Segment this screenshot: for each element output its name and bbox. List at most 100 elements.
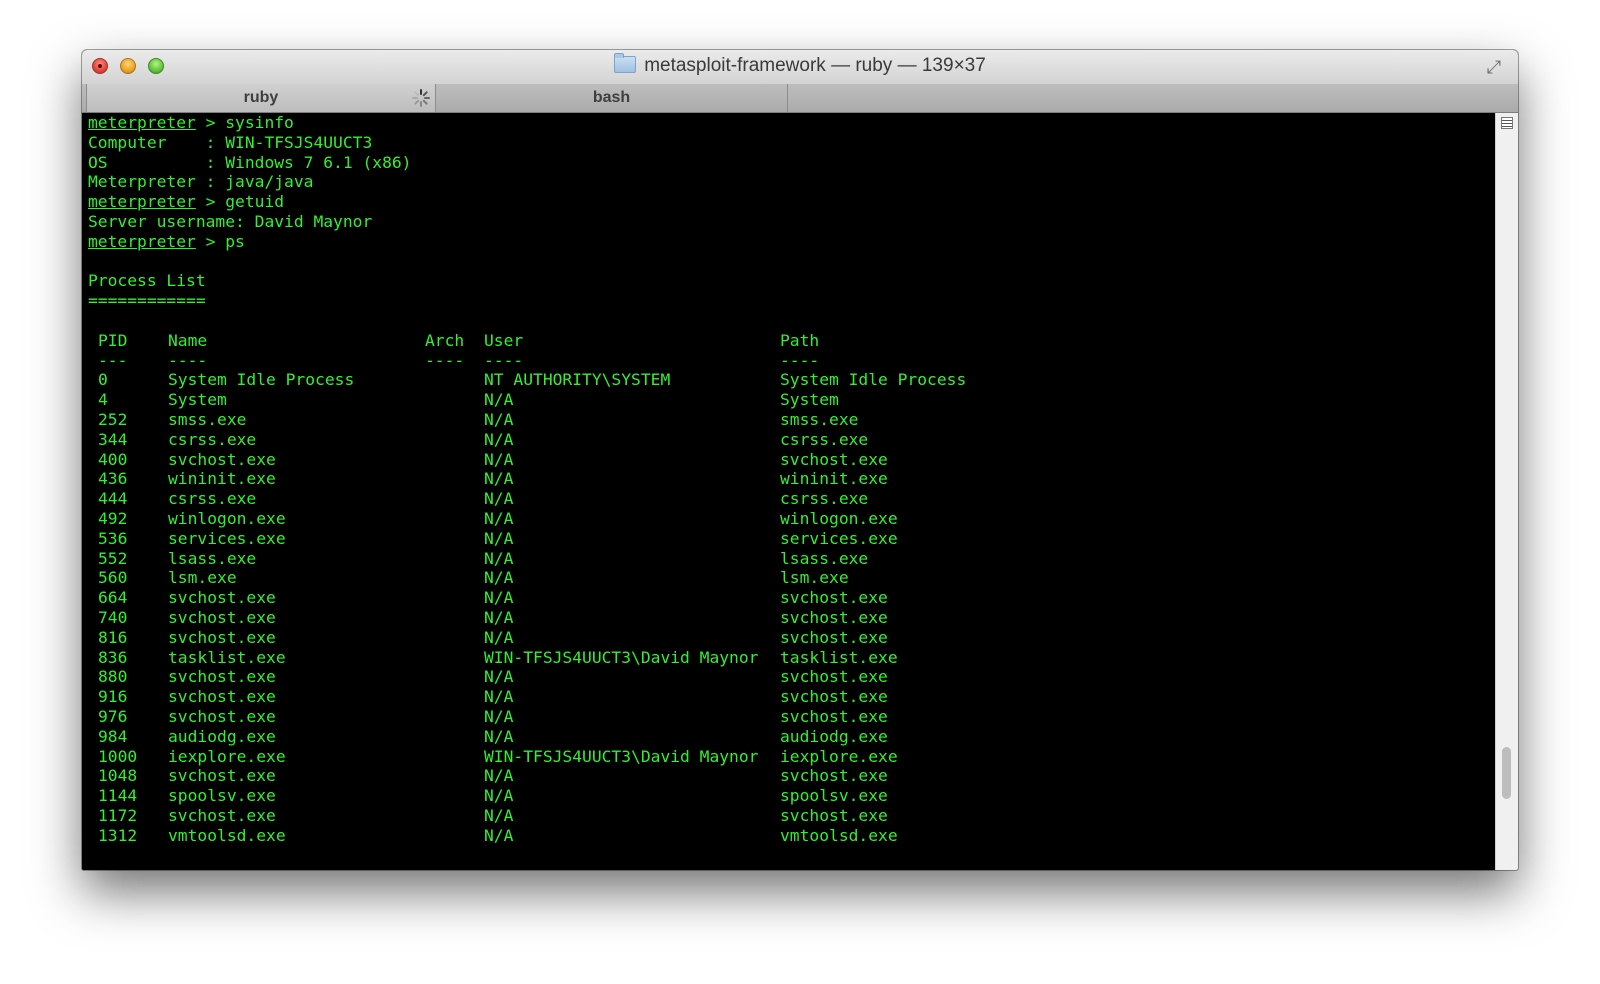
underline-user: ----	[484, 350, 524, 370]
table-underline-row: --- ---- ---- ---- ----	[88, 351, 1496, 371]
table-row: 560 lsm.exe N/A lsm.exe	[88, 568, 1496, 588]
table-row: 984 audiodg.exe N/A audiodg.exe	[88, 727, 1496, 747]
cell-pid: 4	[98, 390, 108, 410]
cell-name: winlogon.exe	[168, 508, 286, 528]
tab-ruby[interactable]: ruby	[86, 84, 436, 112]
cell-path: svchost.exe	[780, 706, 888, 726]
cell-pid: 0	[98, 370, 108, 390]
cell-path: iexplore.exe	[780, 746, 898, 766]
cell-name: iexplore.exe	[168, 746, 286, 766]
cell-user: N/A	[484, 528, 514, 548]
table-row: 880 svchost.exe N/A svchost.exe	[88, 667, 1496, 687]
cell-path: svchost.exe	[780, 588, 888, 608]
cell-user: N/A	[484, 508, 514, 528]
cell-path: audiodg.exe	[780, 726, 888, 746]
cell-pid: 984	[98, 726, 128, 746]
table-row: 1172 svchost.exe N/A svchost.exe	[88, 806, 1496, 826]
cell-name: smss.exe	[168, 409, 247, 429]
output-line: Computer : WIN-TFSJS4UUCT3	[88, 132, 373, 152]
cell-pid: 552	[98, 548, 128, 568]
scroll-menu-icon[interactable]	[1501, 117, 1513, 129]
cell-user: NT AUTHORITY\SYSTEM	[484, 370, 671, 390]
underline-name: ----	[168, 350, 208, 370]
cell-path: vmtoolsd.exe	[780, 825, 898, 845]
tab-label: ruby	[243, 89, 279, 106]
cell-path: svchost.exe	[780, 667, 888, 687]
table-row: 444 csrss.exe N/A csrss.exe	[88, 489, 1496, 509]
tab-bash[interactable]: bash	[436, 84, 788, 112]
window-title-text: metasploit-framework — ruby — 139×37	[644, 55, 986, 76]
table-row: 252 smss.exe N/A smss.exe	[88, 410, 1496, 430]
cell-user: N/A	[484, 588, 514, 608]
cell-name: lsm.exe	[168, 568, 237, 588]
cell-path: services.exe	[780, 528, 898, 548]
cell-name: svchost.exe	[168, 449, 276, 469]
cell-pid: 344	[98, 429, 128, 449]
table-row: 0 System Idle Process NT AUTHORITY\SYSTEM S…	[88, 370, 1496, 390]
vertical-scrollbar[interactable]	[1495, 113, 1518, 870]
cell-pid: 492	[98, 508, 128, 528]
output-line: Server username: David Maynor	[88, 211, 373, 231]
cell-pid: 836	[98, 647, 128, 667]
table-row: 4 System N/A System	[88, 390, 1496, 410]
cell-path: lsass.exe	[780, 548, 869, 568]
cell-user: N/A	[484, 429, 514, 449]
terminal-output[interactable]: meterpreter > sysinfo Computer : WIN-TFSJ…	[82, 113, 1496, 870]
cell-user: N/A	[484, 489, 514, 509]
cell-name: svchost.exe	[168, 687, 276, 707]
table-row: 740 svchost.exe N/A svchost.exe	[88, 608, 1496, 628]
cell-pid: 1000	[98, 746, 138, 766]
title-bar[interactable]: metasploit-framework — ruby — 139×37 ⤢	[82, 50, 1518, 85]
cell-path: csrss.exe	[780, 429, 869, 449]
cell-user: N/A	[484, 726, 514, 746]
output-line: OS : Windows 7 6.1 (x86)	[88, 152, 412, 172]
cell-pid: 444	[98, 489, 128, 509]
cell-pid: 664	[98, 588, 128, 608]
cell-pid: 1312	[98, 825, 138, 845]
output-line: Meterpreter : java/java	[88, 172, 314, 192]
spinner-icon	[412, 89, 430, 107]
cell-path: smss.exe	[780, 409, 859, 429]
command-text: > sysinfo	[195, 113, 294, 132]
cell-path: wininit.exe	[780, 469, 888, 489]
cell-name: svchost.exe	[168, 607, 276, 627]
cell-pid: 560	[98, 568, 128, 588]
command-line: meterpreter > sysinfo	[88, 113, 1496, 133]
underline-arch: ----	[425, 350, 465, 370]
cell-pid: 536	[98, 528, 128, 548]
cell-name: services.exe	[168, 528, 286, 548]
header-pid: PID	[98, 330, 128, 350]
fullscreen-icon[interactable]: ⤢	[1484, 57, 1504, 77]
cell-user: N/A	[484, 766, 514, 786]
cell-path: lsm.exe	[780, 568, 849, 588]
cell-name: svchost.exe	[168, 627, 276, 647]
underline-pid: ---	[98, 350, 128, 370]
cell-user: N/A	[484, 449, 514, 469]
output-line: Process List	[88, 271, 206, 291]
scroll-thumb[interactable]	[1502, 747, 1511, 799]
cell-path: csrss.exe	[780, 489, 869, 509]
cell-pid: 976	[98, 706, 128, 726]
cell-name: spoolsv.exe	[168, 786, 276, 806]
table-row: 400 svchost.exe N/A svchost.exe	[88, 450, 1496, 470]
prompt-label: meterpreter	[88, 231, 196, 251]
cell-path: svchost.exe	[780, 627, 888, 647]
table-row: 1312 vmtoolsd.exe N/A vmtoolsd.exe	[88, 826, 1496, 846]
cell-user: N/A	[484, 786, 514, 806]
terminal-window: metasploit-framework — ruby — 139×37 ⤢ r…	[82, 50, 1518, 870]
cell-pid: 436	[98, 469, 128, 489]
session-log: meterpreter > sysinfo Computer : WIN-TFSJ…	[88, 113, 1496, 331]
table-row: 536 services.exe N/A services.exe	[88, 529, 1496, 549]
table-row: 552 lsass.exe N/A lsass.exe	[88, 549, 1496, 569]
cell-user: WIN-TFSJS4UUCT3\David Maynor	[484, 746, 759, 766]
cell-user: N/A	[484, 825, 514, 845]
table-row: 916 svchost.exe N/A svchost.exe	[88, 687, 1496, 707]
header-path: Path	[780, 330, 820, 350]
cell-user: N/A	[484, 687, 514, 707]
cell-path: System	[780, 390, 839, 410]
prompt-label: meterpreter	[88, 192, 196, 212]
cell-name: tasklist.exe	[168, 647, 286, 667]
cell-user: N/A	[484, 409, 514, 429]
